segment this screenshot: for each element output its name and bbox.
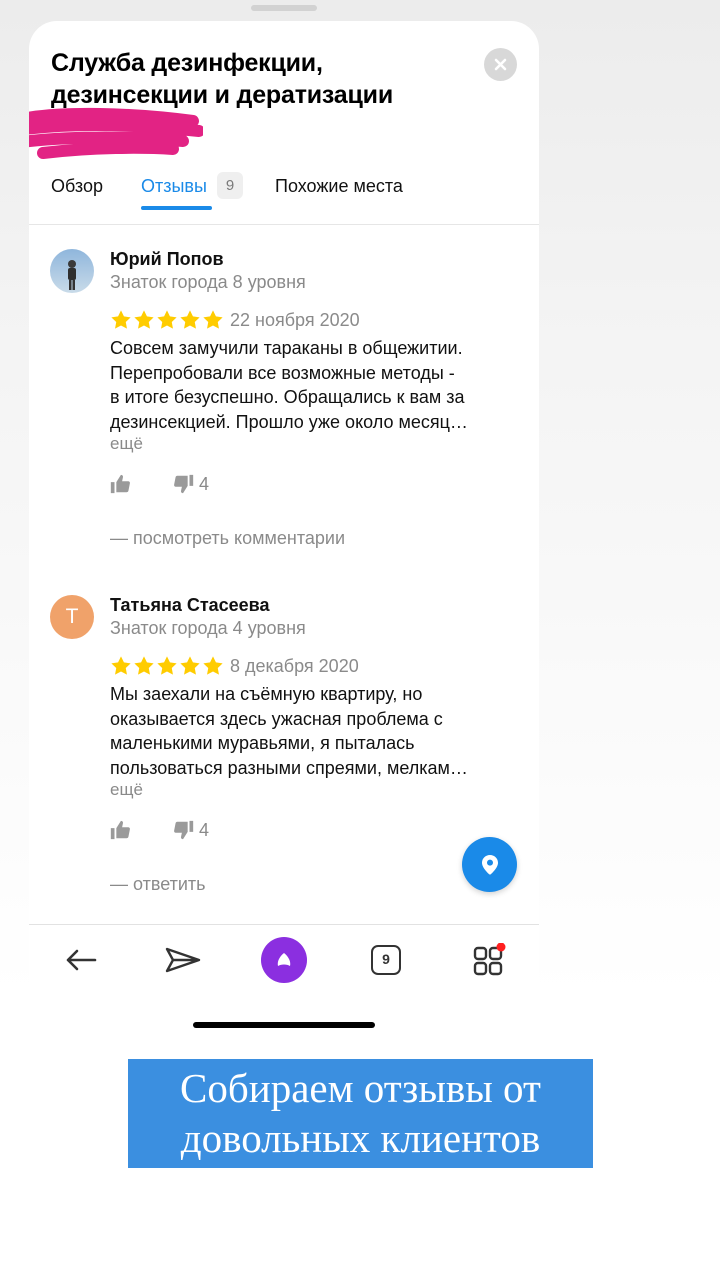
active-tab-underline (141, 206, 212, 210)
caption-line-2: довольных клиентов (180, 1115, 541, 1161)
review-text-line: в итоге безуспешно. Обращались к вам за (110, 387, 465, 407)
location-pin-icon (481, 854, 498, 875)
thumb-down-icon (174, 820, 194, 840)
star-icon (111, 310, 131, 329)
dislike-button[interactable]: 4 (173, 473, 209, 495)
author-level: Знаток города 4 уровня (110, 618, 306, 638)
notification-dot (496, 943, 506, 952)
share-icon (165, 947, 201, 973)
star-icon (111, 656, 131, 675)
review-text-line: Мы заехали на съёмную квартиру, но (110, 684, 423, 704)
alice-icon (261, 937, 307, 983)
review-author[interactable]: Татьяна Стасеева (110, 595, 270, 616)
star-icon (157, 656, 177, 675)
home-indicator (193, 1022, 375, 1028)
open-tabs-button[interactable]: 9 (369, 937, 403, 983)
rating-stars (110, 655, 224, 677)
review-text-line: оказывается здесь ужасная проблема с (110, 708, 443, 729)
dislike-count: 4 (199, 819, 210, 840)
review-text: Совсем замучили тараканы в общежитии. Пе… (110, 336, 500, 434)
rating-stars (110, 309, 224, 331)
redaction-scribble (29, 107, 203, 159)
bottom-navigation: 9 (29, 924, 539, 1037)
review-author[interactable]: Юрий Попов (110, 249, 224, 270)
close-icon (494, 58, 507, 71)
star-icon (157, 310, 177, 329)
reviews-count-badge: 9 (217, 172, 243, 199)
avatar[interactable] (50, 249, 94, 293)
dislike-button[interactable]: 4 (173, 819, 209, 841)
dislike-count: 4 (199, 473, 210, 494)
place-tabs: Обзор Отзывы 9 Похожие места (29, 169, 539, 225)
tabs-icon: 9 (371, 945, 401, 975)
place-title-line-1: Служба дезинфекции, (51, 49, 323, 77)
back-button[interactable] (61, 937, 101, 983)
expand-review-link[interactable]: ещё (110, 780, 143, 800)
star-icon (134, 310, 154, 329)
services-menu-button[interactable] (469, 937, 509, 983)
star-icon (180, 310, 200, 329)
tab-similar-places[interactable]: Похожие места (275, 175, 403, 197)
review-text-line: Перепробовали все возможные методы - (110, 362, 455, 383)
reply-link[interactable]: — ответить (110, 874, 206, 895)
sheet-grabber[interactable] (251, 5, 317, 11)
review-text-line: маленькими муравьями, я пыталась (110, 733, 415, 753)
review-text-line: дезинсекцией. Прошло уже около месяц… (110, 411, 468, 432)
place-card-sheet: Служба дезинфекции, дезинсекции и дерати… (29, 21, 539, 1037)
thumb-up-icon (110, 820, 130, 840)
expand-review-link[interactable]: ещё (110, 434, 143, 454)
tab-overview[interactable]: Обзор (51, 175, 103, 197)
promo-caption: Собираем отзывы от довольных клиентов (128, 1059, 593, 1168)
close-button[interactable] (484, 48, 517, 81)
review-date: 8 декабря 2020 (230, 656, 359, 676)
back-arrow-icon (66, 949, 97, 971)
share-button[interactable] (161, 937, 205, 983)
review-date: 22 ноября 2020 (230, 310, 360, 330)
caption-line-1: Собираем отзывы от (180, 1065, 541, 1111)
review-text: Мы заехали на съёмную квартиру, но оказы… (110, 682, 500, 780)
star-icon (134, 656, 154, 675)
thumb-down-icon (174, 474, 194, 494)
avatar[interactable]: Т (50, 595, 94, 639)
alice-assistant-button[interactable] (261, 937, 307, 983)
star-icon (203, 310, 223, 329)
services-grid-icon (473, 943, 506, 976)
star-icon (203, 656, 223, 675)
like-button[interactable] (109, 473, 131, 495)
star-icon (180, 656, 200, 675)
like-button[interactable] (109, 819, 131, 841)
location-fab-button[interactable] (462, 837, 517, 892)
review-text-line: Совсем замучили тараканы в общежитии. (110, 338, 463, 358)
user-photo (50, 249, 94, 293)
tab-reviews[interactable]: Отзывы (141, 175, 207, 197)
thumb-up-icon (110, 474, 130, 494)
author-level: Знаток города 8 уровня (110, 272, 306, 292)
review-text-line: пользоваться разными спреями, мелкам… (110, 757, 468, 778)
view-comments-link[interactable]: — посмотреть комментарии (110, 528, 345, 549)
